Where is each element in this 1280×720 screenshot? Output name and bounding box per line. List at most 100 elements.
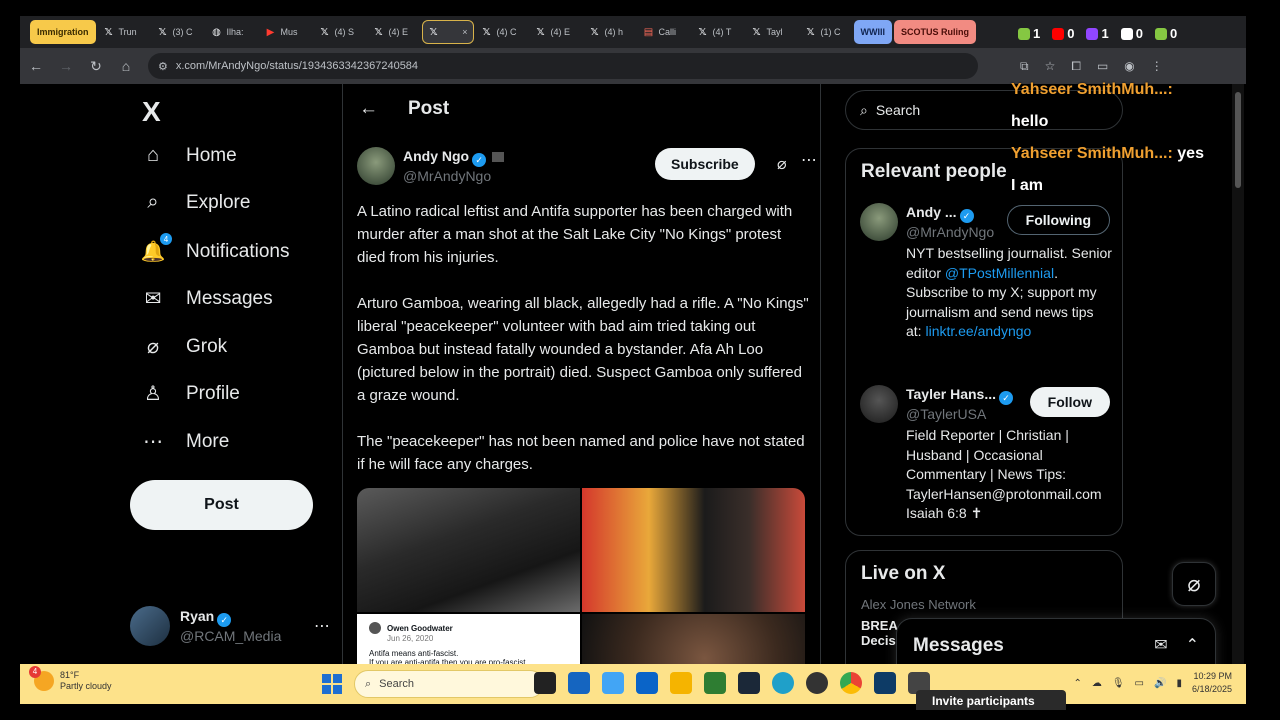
stat-value: 0 <box>1135 26 1143 41</box>
address-bar[interactable]: ⚙ x.com/MrAndyNgo/status/193436334236724… <box>148 53 978 79</box>
home-icon[interactable]: ⌂ <box>118 58 134 74</box>
browser-tab[interactable]: ▤ Calli <box>638 20 690 44</box>
account-handle: @RCAM_Media <box>180 628 282 644</box>
avatar[interactable] <box>357 147 395 185</box>
nav-item-more[interactable]: ⋯ More <box>140 429 229 454</box>
browser-tab[interactable]: 𝕏 (3) C <box>152 20 204 44</box>
nav-item-messages[interactable]: ✉ Messages <box>140 286 273 311</box>
browser-tab[interactable]: 𝕏 (4) C <box>476 20 528 44</box>
browser-tab[interactable]: 𝕏 (4) S <box>314 20 366 44</box>
bio-link[interactable]: @TPostMillennial <box>945 265 1054 281</box>
site-info-icon[interactable]: ⚙ <box>158 60 168 73</box>
extensions-icon[interactable]: ⧠ <box>1071 59 1081 74</box>
app-icon[interactable] <box>806 672 828 694</box>
back-arrow-icon[interactable]: ← <box>359 98 378 120</box>
clock[interactable]: 10:29 PM 6/18/2025 <box>1192 670 1232 696</box>
reload-icon[interactable]: ↻ <box>88 58 104 75</box>
steam-icon[interactable] <box>738 672 760 694</box>
avatar[interactable] <box>860 203 898 241</box>
onedrive-icon[interactable]: ☁ <box>1092 678 1102 689</box>
chevron-up-icon[interactable]: ⌃ <box>1073 678 1081 689</box>
app-icon[interactable] <box>568 672 590 694</box>
tab-group-label[interactable]: SCOTUS Ruling <box>894 20 977 44</box>
browser-tab[interactable]: 𝕏 (4) T <box>692 20 744 44</box>
nav-item-grok[interactable]: ⌀ Grok <box>140 334 227 359</box>
nav-item-explore[interactable]: ⌕ Explore <box>140 191 250 214</box>
nav-item-home[interactable]: ⌂ Home <box>140 144 237 167</box>
person-name[interactable]: Tayler Hans... <box>906 386 996 402</box>
browser-tab[interactable]: 𝕏 Tayl <box>746 20 798 44</box>
person-name[interactable]: Andy ... <box>906 204 957 220</box>
media-photo-scene[interactable] <box>582 488 805 612</box>
nav-label: Profile <box>186 382 240 404</box>
grok-icon[interactable]: ⌀ <box>777 154 787 174</box>
page-title: Post <box>408 98 450 119</box>
tab-group-label[interactable]: WWIII <box>853 20 893 44</box>
browser-tab[interactable]: 𝕏 Trun <box>98 20 150 44</box>
tab-title: Calli <box>658 27 677 37</box>
avatar[interactable] <box>860 385 898 423</box>
close-tab-icon[interactable]: × <box>462 27 467 37</box>
taskview-icon[interactable] <box>534 672 556 694</box>
post-button[interactable]: Post <box>130 480 313 530</box>
subscribe-button[interactable]: Subscribe <box>655 148 755 180</box>
browser-tab[interactable]: 𝕏 (1) C <box>800 20 852 44</box>
forward-icon[interactable]: → <box>58 58 74 74</box>
menu-icon[interactable]: ⋮ <box>1151 59 1163 74</box>
youtube-icon: ▶ <box>266 26 275 38</box>
tab-group-label[interactable]: Immigration <box>30 20 96 44</box>
new-message-icon[interactable]: ✉ <box>1154 635 1167 655</box>
clock-time: 10:29 PM <box>1193 671 1232 681</box>
browser-tab[interactable]: 𝕏 (4) E <box>530 20 582 44</box>
grok-fab-icon[interactable]: ⌀ <box>1172 562 1216 606</box>
weather-badge: 4 <box>29 666 41 678</box>
post-media-grid[interactable]: Owen Goodwater Jun 26, 2020 Antifa means… <box>357 488 805 680</box>
globe-icon: ◍ <box>212 26 221 38</box>
more-icon[interactable]: ⋯ <box>801 150 817 170</box>
media-photo-arrest[interactable] <box>357 488 580 612</box>
outlook-icon[interactable] <box>636 672 658 694</box>
invite-participants-button[interactable]: Invite participants <box>916 690 1066 710</box>
volume-icon[interactable]: 🔊 <box>1154 678 1166 689</box>
x-logo[interactable]: X <box>142 96 161 128</box>
browser-tab[interactable]: 𝕏 (4) h <box>584 20 636 44</box>
more-dots-icon[interactable]: ⋯ <box>314 616 330 636</box>
following-button[interactable]: Following <box>1006 205 1110 235</box>
bookmark-star-icon[interactable]: ☆ <box>1045 59 1056 74</box>
nav-item-notifications[interactable]: 🔔 4 Notifications <box>140 233 290 264</box>
app-icon[interactable] <box>874 672 896 694</box>
back-icon[interactable]: ← <box>28 58 44 74</box>
edge-icon[interactable] <box>772 672 794 694</box>
browser-tab[interactable]: ◍ Ilha: <box>206 20 258 44</box>
split-icon[interactable]: ▭ <box>1097 59 1108 74</box>
x-logo-icon: 𝕏 <box>374 26 383 38</box>
taskbar-search[interactable]: ⌕ Search <box>354 670 544 698</box>
file-explorer-icon[interactable] <box>670 672 692 694</box>
expand-icon[interactable]: ⌃ <box>1186 635 1199 655</box>
bio-link[interactable]: linktr.ee/andyngo <box>925 323 1031 339</box>
profile-icon[interactable]: ◉ <box>1124 59 1134 74</box>
person-bio: NYT bestselling journalist. Senior edito… <box>906 244 1112 342</box>
author-name[interactable]: Andy Ngo <box>403 148 469 164</box>
tab-active[interactable]: 𝕏 × <box>421 20 474 44</box>
weather-temp: 81°F <box>60 670 80 680</box>
start-button-icon[interactable] <box>322 674 342 694</box>
browser-tab[interactable]: ▶ Mus <box>260 20 312 44</box>
x-logo-icon: 𝕏 <box>320 26 329 38</box>
follow-button[interactable]: Follow <box>1029 387 1110 417</box>
battery-icon[interactable]: ▮ <box>1176 678 1182 689</box>
x-icon <box>1120 27 1133 40</box>
browser-tab[interactable]: 𝕏 (4) E <box>368 20 420 44</box>
search-icon: ⌕ <box>860 101 868 118</box>
author-handle[interactable]: @MrAndyNgo <box>403 167 504 185</box>
live-host[interactable]: Alex Jones Network <box>846 597 1122 612</box>
app-icon[interactable] <box>704 672 726 694</box>
install-icon[interactable]: ⧉ <box>1020 59 1029 74</box>
chrome-icon[interactable] <box>840 672 862 694</box>
account-switcher[interactable]: Ryan ✓ @RCAM_Media ⋯ <box>130 604 330 648</box>
weather-widget[interactable]: 4 81°F Partly cloudy <box>29 666 112 692</box>
display-icon[interactable]: ▭ <box>1135 678 1144 689</box>
app-icon[interactable] <box>602 672 624 694</box>
nav-item-profile[interactable]: ♙ Profile <box>140 381 240 406</box>
mic-icon[interactable]: 🎙 <box>1112 678 1125 689</box>
